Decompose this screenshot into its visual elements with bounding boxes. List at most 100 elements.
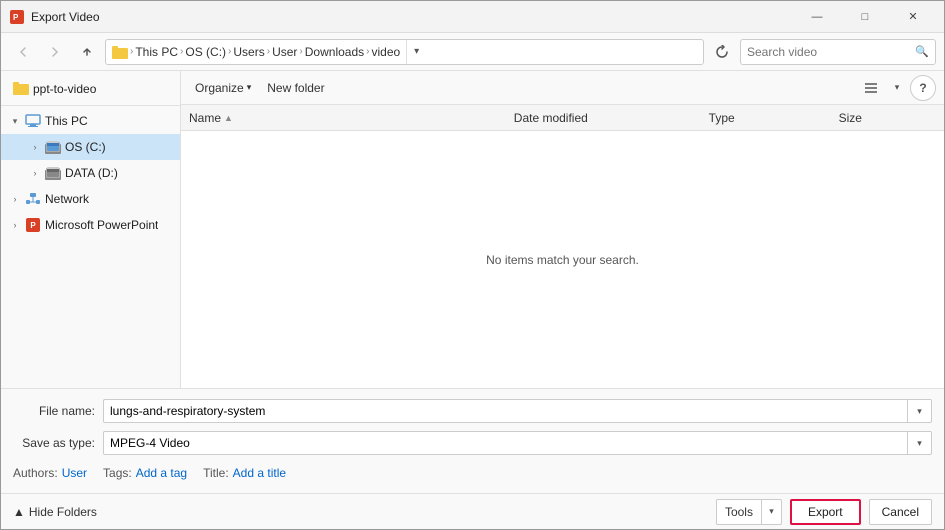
footer: ▲ Hide Folders Tools ▾ Export Cancel [1,493,944,529]
file-list-header: Name ▲ Date modified Type Size [181,105,944,131]
breadcrumb-downloads[interactable]: Downloads [305,45,364,59]
refresh-button[interactable] [708,39,736,65]
organize-button[interactable]: Organize ▾ [189,76,257,100]
breadcrumb-bar[interactable]: › This PC › OS (C:) › Users › User › Dow… [105,39,704,65]
powerpoint-icon: P [25,217,41,233]
col-header-type[interactable]: Type [709,111,839,125]
chevron-right-icon3: › [9,194,21,204]
main-area: ppt-to-video ▾ This PC › [1,71,944,388]
sidebar-item-network[interactable]: › Network [1,186,180,212]
sidebar-osc-label: OS (C:) [65,140,106,154]
help-label: ? [919,81,926,95]
saveastype-select[interactable]: MPEG-4 Video Windows Media Video [104,436,907,450]
sidebar-divider [1,105,180,106]
authors-value[interactable]: User [62,466,87,480]
title-bar: P Export Video — □ ✕ [1,1,944,33]
empty-message: No items match your search. [486,253,639,267]
view-dropdown-button[interactable]: ▾ [888,76,906,100]
up-icon [81,46,93,58]
filename-dropdown-arrow[interactable]: ▾ [907,400,931,422]
back-button[interactable] [9,39,37,65]
breadcrumb-thispc[interactable]: This PC [135,45,178,59]
svg-text:P: P [13,13,19,22]
authors-group: Authors: User [13,466,87,480]
tags-label: Tags: [103,466,132,480]
hide-folders-chevron: ▲ [13,505,25,519]
sidebar-item-ppt[interactable]: › P Microsoft PowerPoint [1,212,180,238]
breadcrumb-dropdown[interactable]: ▾ [406,40,426,64]
list-view-icon [864,81,878,95]
nav-toolbar: › This PC › OS (C:) › Users › User › Dow… [1,33,944,71]
pc-icon [25,113,41,129]
forward-button[interactable] [41,39,69,65]
sidebar-item-label: ppt-to-video [33,82,96,96]
breadcrumb-user[interactable]: User [272,45,297,59]
cancel-button[interactable]: Cancel [869,499,932,525]
metadata-row: Authors: User Tags: Add a tag Title: Add… [13,461,932,485]
breadcrumb-osc[interactable]: OS (C:) [185,45,226,59]
organize-label: Organize [195,81,244,95]
file-list-body: No items match your search. [181,131,944,388]
close-button[interactable]: ✕ [890,1,936,33]
title-group: Title: Add a title [203,466,286,480]
title-label: Title: [203,466,229,480]
sidebar-item-datad[interactable]: › DATA (D:) [1,160,180,186]
minimize-button[interactable]: — [794,1,840,33]
sort-icon: ▲ [224,113,233,123]
sidebar-item-ppt-to-video[interactable]: ppt-to-video [1,75,180,103]
chevron-right-icon: › [29,142,41,152]
network-icon [25,191,41,207]
help-button[interactable]: ? [910,75,936,101]
title-bar-left: P Export Video [9,9,100,25]
folder-icon [13,81,29,98]
search-icon: 🔍 [915,45,929,58]
refresh-icon [715,45,729,59]
filename-input-wrapper: ▾ [103,399,932,423]
sidebar-item-osc[interactable]: › OS (C:) [1,134,180,160]
chevron-right-icon4: › [9,220,21,230]
col-header-size[interactable]: Size [839,111,936,125]
title-value[interactable]: Add a title [233,466,286,480]
search-box[interactable]: 🔍 [740,39,936,65]
search-input[interactable] [747,45,915,59]
chevron-down-icon: ▾ [9,116,21,127]
saveastype-row: Save as type: MPEG-4 Video Windows Media… [13,429,932,457]
folder-icon [112,45,128,59]
back-icon [17,46,29,58]
filename-input[interactable] [104,399,907,423]
breadcrumb-video[interactable]: video [371,45,400,59]
dialog-title: Export Video [31,10,100,24]
col-header-date[interactable]: Date modified [514,111,709,125]
hide-folders-label: Hide Folders [29,505,97,519]
sidebar-item-thispc[interactable]: ▾ This PC [1,108,180,134]
sidebar-network-label: Network [45,192,89,206]
maximize-button[interactable]: □ [842,1,888,33]
col-name-label: Name [189,111,221,125]
sub-toolbar: Organize ▾ New folder ▾ ? [181,71,944,105]
saveastype-arrow[interactable]: ▾ [907,432,931,454]
new-folder-button[interactable]: New folder [261,76,330,100]
drive-d-icon [45,165,61,181]
tags-group: Tags: Add a tag [103,466,187,480]
filename-label: File name: [13,404,103,418]
content-area: Organize ▾ New folder ▾ ? [181,71,944,388]
export-button[interactable]: Export [790,499,861,525]
tools-button[interactable]: Tools ▾ [716,499,782,525]
tools-label: Tools [717,505,761,519]
sidebar-thispc-label: This PC [45,114,88,128]
up-button[interactable] [73,39,101,65]
bottom-form: File name: ▾ Save as type: MPEG-4 Video … [1,388,944,493]
forward-icon [49,46,61,58]
tags-value[interactable]: Add a tag [136,466,187,480]
sidebar: ppt-to-video ▾ This PC › [1,71,181,388]
view-button[interactable] [858,76,884,100]
tools-dropdown-icon[interactable]: ▾ [761,500,781,524]
breadcrumb-users[interactable]: Users [233,45,264,59]
hide-folders-button[interactable]: ▲ Hide Folders [13,505,97,519]
col-header-name[interactable]: Name ▲ [189,111,514,125]
organize-dropdown-icon: ▾ [247,82,252,93]
saveastype-select-wrapper: MPEG-4 Video Windows Media Video ▾ [103,431,932,455]
export-video-dialog: P Export Video — □ ✕ › This PC › [0,0,945,530]
app-icon: P [9,9,25,25]
sidebar-datad-label: DATA (D:) [65,166,118,180]
